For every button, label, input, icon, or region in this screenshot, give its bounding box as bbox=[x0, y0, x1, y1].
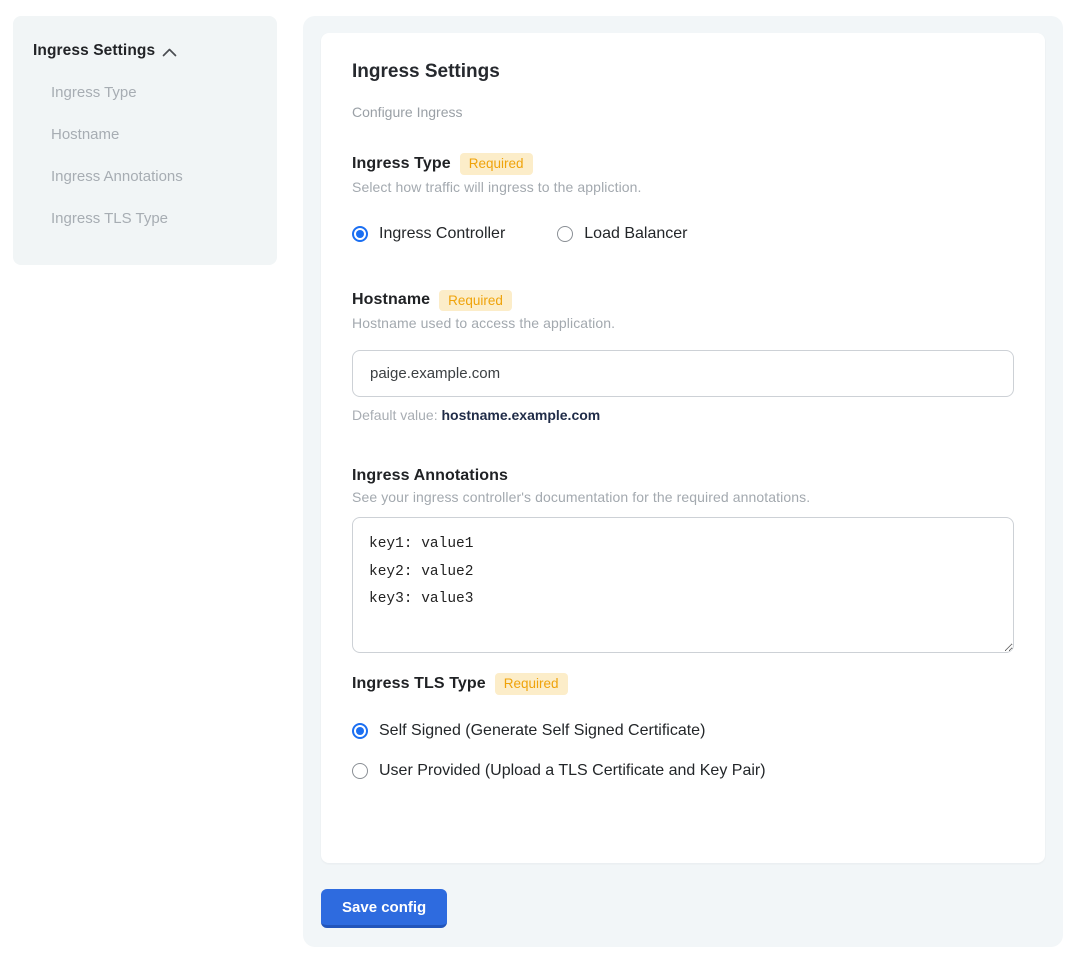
radio-unselected-icon[interactable] bbox=[352, 763, 368, 779]
radio-load-balancer[interactable]: Load Balancer bbox=[557, 225, 687, 243]
settings-sidebar: Ingress Settings Ingress Type Hostname I… bbox=[13, 16, 277, 265]
radio-ingress-controller[interactable]: Ingress Controller bbox=[352, 225, 505, 243]
ingress-type-label: Ingress Type bbox=[352, 155, 451, 173]
ingress-settings-panel: Ingress Settings Configure Ingress Ingre… bbox=[303, 16, 1063, 947]
save-config-button[interactable]: Save config bbox=[321, 889, 447, 928]
hostname-default-hint: Default value: hostname.example.com bbox=[352, 407, 1014, 423]
ingress-annotations-textarea[interactable] bbox=[352, 517, 1014, 653]
ingress-annotations-label: Ingress Annotations bbox=[352, 467, 508, 485]
hostname-description: Hostname used to access the application. bbox=[352, 315, 1014, 331]
sidebar-item-ingress-type[interactable]: Ingress Type bbox=[33, 85, 257, 101]
ingress-type-radio-group: Ingress Controller Load Balancer bbox=[352, 225, 1014, 243]
ingress-type-section: Ingress Type Required Select how traffic… bbox=[352, 153, 1014, 243]
sidebar-item-hostname[interactable]: Hostname bbox=[33, 127, 257, 143]
chevron-up-icon bbox=[162, 47, 177, 58]
radio-unselected-icon[interactable] bbox=[557, 226, 573, 242]
sidebar-section-title: Ingress Settings bbox=[33, 42, 155, 60]
radio-selected-icon[interactable] bbox=[352, 226, 368, 242]
ingress-tls-type-label: Ingress TLS Type bbox=[352, 675, 486, 693]
sidebar-nav: Ingress Type Hostname Ingress Annotation… bbox=[33, 85, 257, 227]
page-subtitle: Configure Ingress bbox=[352, 104, 1014, 120]
ingress-annotations-section: Ingress Annotations See your ingress con… bbox=[352, 467, 1014, 653]
ingress-settings-card: Ingress Settings Configure Ingress Ingre… bbox=[321, 33, 1045, 863]
radio-selected-icon[interactable] bbox=[352, 723, 368, 739]
ingress-tls-type-section: Ingress TLS Type Required Self Signed (G… bbox=[352, 673, 1014, 780]
ingress-tls-radio-group: Self Signed (Generate Self Signed Certif… bbox=[352, 722, 1014, 780]
default-prefix: Default value: bbox=[352, 407, 442, 423]
default-value: hostname.example.com bbox=[442, 407, 601, 423]
radio-self-signed[interactable]: Self Signed (Generate Self Signed Certif… bbox=[352, 722, 1014, 740]
ingress-annotations-description: See your ingress controller's documentat… bbox=[352, 489, 1014, 505]
sidebar-section-header[interactable]: Ingress Settings bbox=[33, 42, 257, 60]
hostname-section: Hostname Required Hostname used to acces… bbox=[352, 290, 1014, 424]
hostname-label: Hostname bbox=[352, 291, 430, 309]
sidebar-item-ingress-annotations[interactable]: Ingress Annotations bbox=[33, 169, 257, 185]
required-badge: Required bbox=[439, 290, 512, 312]
required-badge: Required bbox=[460, 153, 533, 175]
hostname-input[interactable] bbox=[352, 350, 1014, 397]
ingress-type-description: Select how traffic will ingress to the a… bbox=[352, 179, 1014, 195]
sidebar-item-ingress-tls-type[interactable]: Ingress TLS Type bbox=[33, 211, 257, 227]
radio-user-provided[interactable]: User Provided (Upload a TLS Certificate … bbox=[352, 762, 1014, 780]
required-badge: Required bbox=[495, 673, 568, 695]
page-title: Ingress Settings bbox=[352, 61, 1014, 83]
